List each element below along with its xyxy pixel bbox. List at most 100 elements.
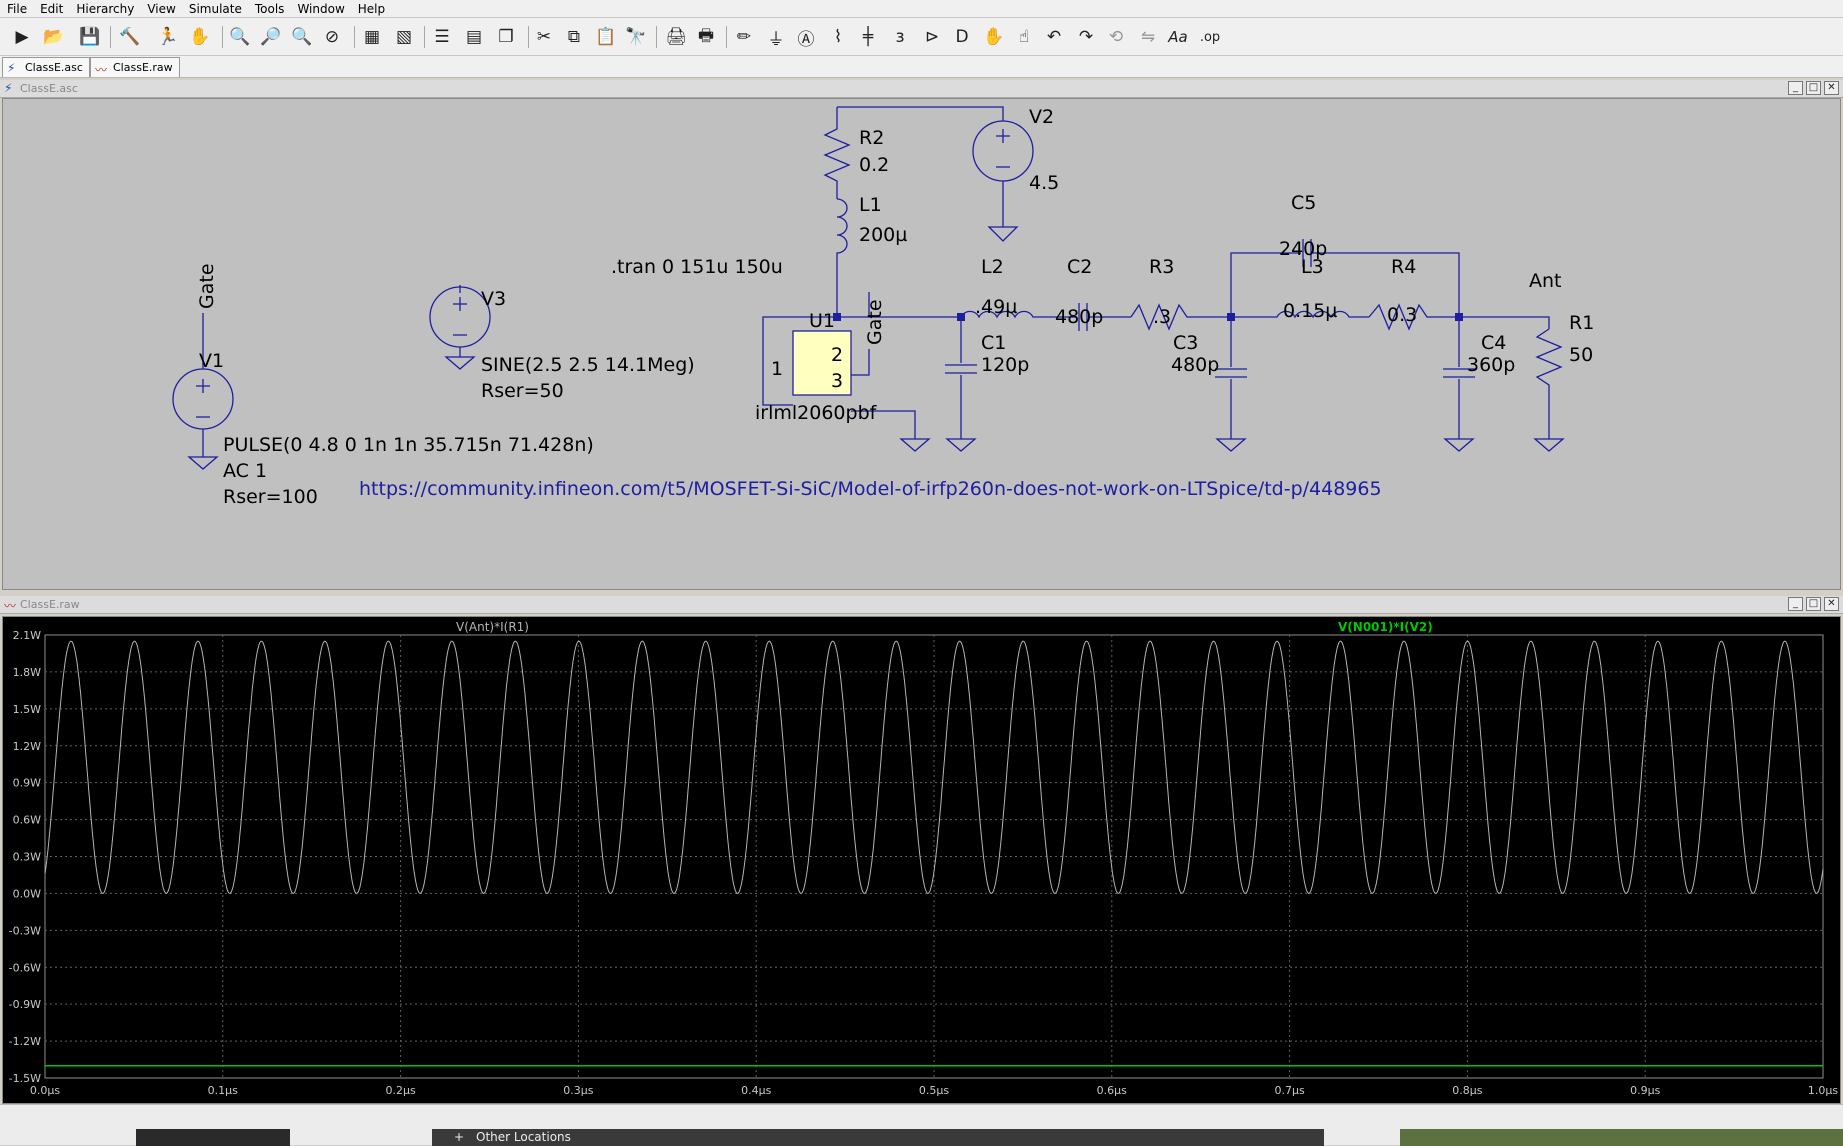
menu-simulate[interactable]: Simulate xyxy=(182,0,248,17)
x-tick-label: 0.1µs xyxy=(208,1084,238,1097)
paste-icon[interactable]: 📋 xyxy=(594,25,618,49)
x-tick-label: 1.0µs xyxy=(1808,1084,1838,1097)
text-icon[interactable]: Aa xyxy=(1166,25,1190,49)
pan-icon[interactable]: ✋ xyxy=(188,25,212,49)
y-tick-label: -1.2W xyxy=(9,1035,41,1048)
autorange-icon[interactable]: ▦ xyxy=(360,25,384,49)
ground-icon[interactable]: ⏚ xyxy=(764,25,788,50)
tran-directive[interactable]: .tran 0 151u 150u xyxy=(611,256,783,278)
mirror-icon[interactable]: ⇋ xyxy=(1136,25,1160,49)
r4-name: R4 xyxy=(1391,256,1416,278)
x-tick-label: 0.2µs xyxy=(385,1084,415,1097)
u1-pin2: 2 xyxy=(831,344,843,366)
maximize-button[interactable]: □ xyxy=(1806,81,1821,95)
c5-name: C5 xyxy=(1291,192,1316,214)
close-button[interactable]: ✕ xyxy=(1824,81,1839,95)
minimize-button[interactable]: _ xyxy=(1788,597,1803,611)
capacitor-icon[interactable]: ╪ xyxy=(856,25,880,49)
move-icon[interactable]: ✋ xyxy=(982,25,1006,49)
c2-value: 480p xyxy=(1055,306,1103,328)
close-button[interactable]: ✕ xyxy=(1824,597,1839,611)
maximize-button[interactable]: □ xyxy=(1806,597,1821,611)
l3-name: L3 xyxy=(1301,256,1324,278)
taskbar-thumbnail[interactable] xyxy=(136,1129,290,1146)
v3-name: V3 xyxy=(481,288,506,310)
y-tick-label: 0.9W xyxy=(13,777,41,790)
tab-classe-asc[interactable]: ⚡ ClassE.asc xyxy=(2,57,90,77)
y-tick-label: -0.9W xyxy=(9,998,41,1011)
save-icon[interactable]: 💾 xyxy=(78,25,102,49)
zoom-in-icon[interactable]: 🔍 xyxy=(228,25,252,49)
c3-value: 480p xyxy=(1171,354,1219,376)
menu-help[interactable]: Help xyxy=(351,0,391,17)
y-tick-label: 2.1W xyxy=(13,629,41,642)
forum-link-comment[interactable]: https://community.infineon.com/t5/MOSFET… xyxy=(359,478,1382,500)
drag-icon[interactable]: ☝ xyxy=(1012,25,1036,49)
schematic-canvas[interactable]: R2 0.2 L1 200µ V2 4.5 .tran 0 151u 150u … xyxy=(2,98,1841,590)
find-icon[interactable]: 🔭 xyxy=(624,25,648,49)
halt-icon[interactable]: 🏃 xyxy=(156,25,180,49)
cut-icon[interactable]: ✂ xyxy=(532,25,556,49)
resistor-icon[interactable]: ⌇ xyxy=(826,25,850,49)
other-locations-label[interactable]: Other Locations xyxy=(476,1130,571,1144)
cascade-icon[interactable]: ❐ xyxy=(494,25,518,49)
v3-rser: Rser=50 xyxy=(481,380,564,402)
c1-value: 120p xyxy=(981,354,1029,376)
menu-window[interactable]: Window xyxy=(290,0,350,17)
zoom-out-icon[interactable]: 🔍 xyxy=(290,25,314,49)
r3-value: .3 xyxy=(1153,306,1171,328)
trace-label-v-n001[interactable]: V(N001)*I(V2) xyxy=(1338,620,1433,634)
c3-name: C3 xyxy=(1173,332,1198,354)
control-panel-icon[interactable]: 🔨 xyxy=(118,25,142,49)
component-icon[interactable]: D xyxy=(950,25,974,49)
schematic-window-titlebar[interactable]: ⚡ ClassE.asc _ □ ✕ xyxy=(0,80,1843,98)
print-setup-icon[interactable]: 🖶 xyxy=(694,25,718,49)
menu-tools[interactable]: Tools xyxy=(248,0,291,17)
c1-name: C1 xyxy=(981,332,1006,354)
r1-value: 50 xyxy=(1569,344,1593,366)
file-manager-bar[interactable]: + Other Locations xyxy=(432,1129,1324,1146)
open-icon[interactable]: 📂 xyxy=(42,25,66,49)
redo-icon[interactable]: ↷ xyxy=(1074,25,1098,49)
schematic-icon: ⚡ xyxy=(4,81,13,95)
zoom-fit-icon[interactable]: 🔎 xyxy=(259,25,283,49)
x-tick-label: 0.7µs xyxy=(1274,1084,1304,1097)
undo-icon[interactable]: ↶ xyxy=(1042,25,1066,49)
traces xyxy=(44,640,1824,1067)
rotate-icon[interactable]: ⟲ xyxy=(1104,25,1128,49)
u1-name: U1 xyxy=(809,310,835,332)
menu-edit[interactable]: Edit xyxy=(33,0,69,17)
waveform-icon: 〰 xyxy=(95,63,108,77)
y-tick-label: 1.8W xyxy=(13,666,41,679)
u1-model: irlml2060pbf xyxy=(755,402,878,424)
waveform-viewer[interactable]: 2.1W 1.8W 1.5W 1.2W 0.9W 0.6W 0.3W 0.0W -0.3W -0.… xyxy=(2,616,1841,1104)
spice-directive-icon[interactable]: .op xyxy=(1198,25,1222,49)
menu-view[interactable]: View xyxy=(140,0,181,17)
tab-classe-raw[interactable]: 〰 ClassE.raw xyxy=(90,57,180,77)
mark-unconnected-icon[interactable]: ▧ xyxy=(392,25,416,49)
window-title: ClassE.asc xyxy=(20,82,78,95)
tile-vertical-icon[interactable]: ▤ xyxy=(462,25,486,49)
label-net-icon[interactable]: Ⓐ xyxy=(794,25,818,50)
minimize-button[interactable]: _ xyxy=(1788,81,1803,95)
x-tick-label: 0.9µs xyxy=(1630,1084,1660,1097)
y-tick-label: 1.5W xyxy=(13,703,41,716)
inductor-icon[interactable]: ɜ xyxy=(888,25,912,49)
diode-icon[interactable]: ⊳ xyxy=(920,25,944,49)
print-icon[interactable]: 🖨 xyxy=(664,25,688,49)
run-icon[interactable]: ▶ xyxy=(10,25,34,49)
zoom-cancel-icon[interactable]: ⊘ xyxy=(320,25,344,49)
waveform-window-titlebar[interactable]: 〰 ClassE.raw _ □ ✕ xyxy=(0,596,1843,614)
x-tick-label: 0.3µs xyxy=(563,1084,593,1097)
tile-horizontal-icon[interactable]: ☰ xyxy=(430,25,454,49)
y-tick-label: 0.0W xyxy=(13,887,41,900)
menu-file[interactable]: File xyxy=(0,0,33,17)
desktop-taskbar: + Other Locations xyxy=(0,1104,1843,1146)
schematic-drawing: R2 0.2 L1 200µ V2 4.5 .tran 0 151u 150u … xyxy=(172,106,1594,508)
menu-hierarchy[interactable]: Hierarchy xyxy=(69,0,140,17)
trace-label-v-ant[interactable]: V(Ant)*I(R1) xyxy=(456,620,529,634)
draw-wire-icon[interactable]: ✏ xyxy=(732,25,756,49)
copy-icon[interactable]: ⧉ xyxy=(562,25,586,49)
c4-value: 360p xyxy=(1467,354,1515,376)
taskbar-image-thumbnail[interactable] xyxy=(1400,1129,1843,1146)
